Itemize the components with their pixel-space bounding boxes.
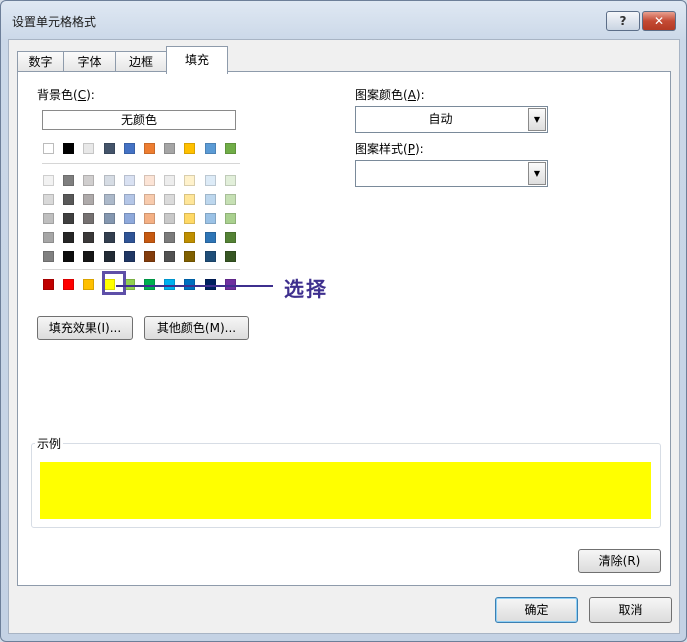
theme-color-swatch[interactable] [103,143,115,154]
callout-label: 选择 [284,277,328,301]
palette-divider [42,163,240,164]
palette-divider [42,269,240,270]
tint-color-swatch[interactable] [103,213,115,224]
tint-color-swatch[interactable] [204,175,216,186]
tint-color-swatch[interactable] [123,213,135,224]
tab-number[interactable]: 数字 [17,51,64,73]
tint-color-swatch[interactable] [224,232,236,243]
chevron-down-icon[interactable]: ▼ [528,108,546,131]
pattern-color-select[interactable]: 自动 ▼ [355,106,548,133]
help-button[interactable]: ? [606,11,640,31]
standard-color-swatch[interactable] [63,279,75,290]
dialog-title: 设置单元格格式 [12,15,97,29]
theme-color-swatch[interactable] [123,143,135,154]
theme-color-swatch[interactable] [144,143,155,154]
tint-color-swatch[interactable] [83,232,95,243]
tint-color-swatch[interactable] [43,175,54,186]
theme-color-swatch[interactable] [43,143,54,154]
tint-color-swatch[interactable] [43,213,54,224]
tint-color-swatch[interactable] [204,213,216,224]
tint-color-swatch[interactable] [164,213,176,224]
tint-color-swatch[interactable] [204,251,216,262]
tint-color-swatch[interactable] [83,175,95,186]
pattern-color-label: 图案颜色(A): [355,88,425,102]
theme-color-swatch[interactable] [224,143,236,154]
tint-color-swatch[interactable] [164,232,176,243]
tint-color-swatch[interactable] [103,194,115,205]
tint-color-swatch[interactable] [83,251,95,262]
theme-color-swatch[interactable] [204,143,216,154]
tint-color-swatch[interactable] [144,251,155,262]
tint-color-swatch[interactable] [144,213,155,224]
tint-color-swatch[interactable] [123,232,135,243]
tab-font[interactable]: 字体 [63,51,116,73]
tint-color-swatch[interactable] [184,213,196,224]
tint-color-swatch[interactable] [144,232,155,243]
standard-color-swatch[interactable] [43,279,54,290]
chevron-down-icon[interactable]: ▼ [528,162,546,185]
tint-color-swatch[interactable] [184,175,196,186]
tint-color-swatch[interactable] [123,175,135,186]
theme-color-swatch[interactable] [63,143,75,154]
pattern-style-label: 图案样式(P): [355,142,424,156]
tint-color-swatch[interactable] [63,175,75,186]
tint-color-swatch[interactable] [184,251,196,262]
tint-color-swatch[interactable] [103,232,115,243]
fill-effects-button[interactable]: 填充效果(I)... [37,316,133,340]
no-color-button[interactable]: 无颜色 [42,110,236,130]
tint-color-swatch[interactable] [123,194,135,205]
tint-color-swatch[interactable] [144,194,155,205]
tint-color-swatch[interactable] [164,175,176,186]
more-colors-button[interactable]: 其他颜色(M)... [144,316,249,340]
callout-line [116,285,273,287]
clear-button[interactable]: 清除(R) [578,549,661,573]
tint-color-swatch[interactable] [63,213,75,224]
tab-fill[interactable]: 填充 [166,46,228,74]
format-cells-dialog: 设置单元格格式 ? ✕ 数字 字体 边框 填充 背景色(C): 无颜色 选择 填… [0,0,687,642]
tint-color-swatch[interactable] [63,232,75,243]
theme-color-swatch[interactable] [184,143,196,154]
tint-color-swatch[interactable] [144,175,155,186]
title-bar: 设置单元格格式 ? ✕ [1,1,686,39]
close-icon: ✕ [653,14,665,28]
tint-color-swatch[interactable] [184,232,196,243]
ok-button[interactable]: 确定 [495,597,578,623]
tint-color-swatch[interactable] [184,194,196,205]
background-color-label: 背景色(C): [37,88,95,102]
sample-label: 示例 [35,435,64,452]
tint-color-swatch[interactable] [63,194,75,205]
tint-color-swatch[interactable] [224,213,236,224]
fill-panel: 背景色(C): 无颜色 选择 填充效果(I)... 其他颜色(M)... 图案颜… [17,71,671,586]
tint-color-swatch[interactable] [63,251,75,262]
dialog-content: 数字 字体 边框 填充 背景色(C): 无颜色 选择 填充效果(I)... 其他… [8,39,680,634]
tint-color-swatch[interactable] [83,213,95,224]
tint-color-swatch[interactable] [123,251,135,262]
cancel-button[interactable]: 取消 [589,597,672,623]
tint-color-swatch[interactable] [83,194,95,205]
tint-color-swatch[interactable] [43,232,54,243]
tint-color-swatch[interactable] [43,251,54,262]
tint-color-swatch[interactable] [103,251,115,262]
tint-color-swatch[interactable] [204,232,216,243]
pattern-style-select[interactable]: ▼ [355,160,548,187]
close-button[interactable]: ✕ [642,11,676,31]
sample-preview [40,462,651,519]
pattern-color-value: 自动 [428,112,453,126]
tint-color-swatch[interactable] [224,194,236,205]
tint-color-swatch[interactable] [204,194,216,205]
tint-color-swatch[interactable] [164,194,176,205]
tint-color-swatch[interactable] [103,175,115,186]
tab-border[interactable]: 边框 [115,51,167,73]
theme-color-swatch[interactable] [164,143,176,154]
tint-color-swatch[interactable] [164,251,176,262]
tint-color-swatch[interactable] [43,194,54,205]
tint-color-swatch[interactable] [224,175,236,186]
selected-swatch-highlight [102,271,126,295]
tint-color-swatch[interactable] [224,251,236,262]
standard-color-swatch[interactable] [83,279,95,290]
theme-color-swatch[interactable] [83,143,95,154]
